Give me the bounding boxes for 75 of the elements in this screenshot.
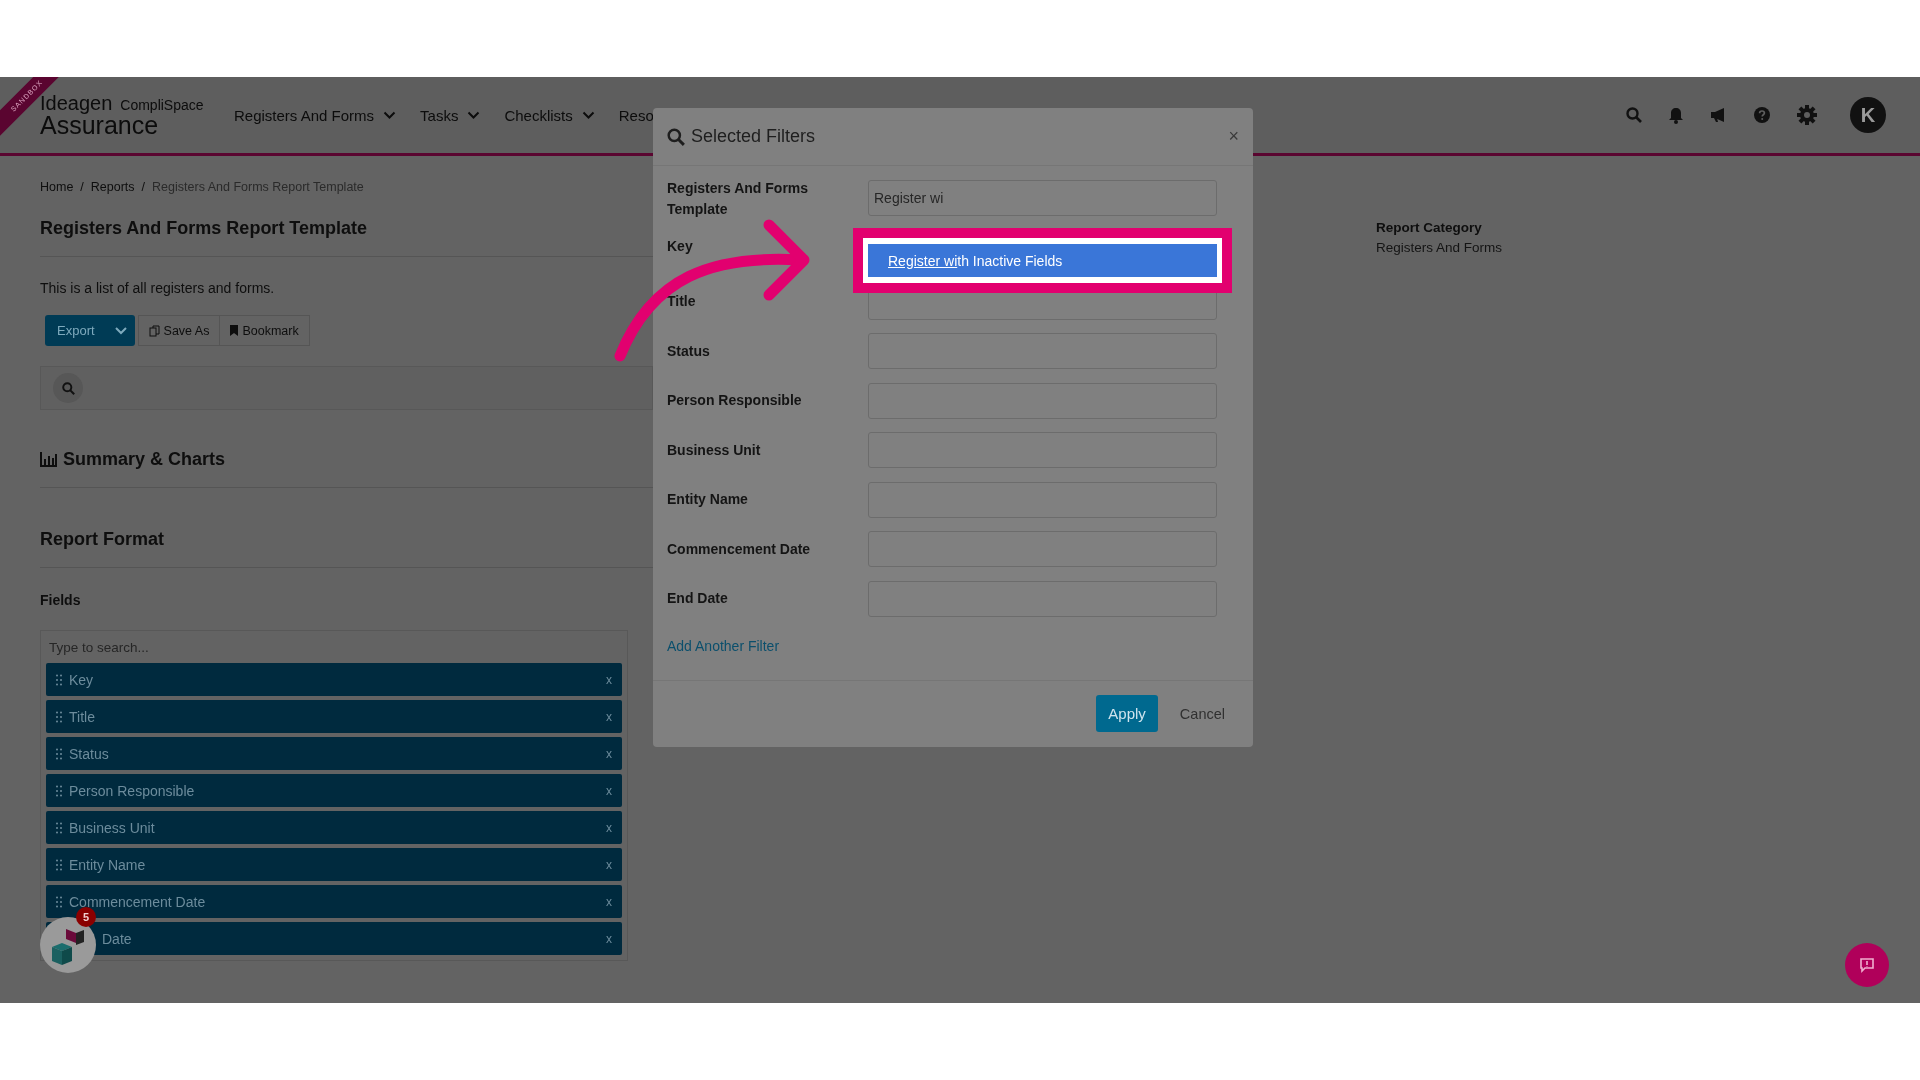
breadcrumb-item[interactable]: Home [40,180,74,194]
megaphone-icon[interactable] [1710,107,1727,123]
bell-icon[interactable] [1669,106,1683,124]
breadcrumb-separator: / [141,180,146,194]
settings-icon[interactable] [1797,105,1817,125]
search-bar[interactable] [40,366,653,410]
chat-button[interactable] [1845,943,1889,987]
field-chip[interactable]: Person Responsible x [46,774,622,807]
filter-input[interactable]: Register wi [868,180,1217,216]
remove-icon[interactable]: x [606,746,612,761]
breadcrumb-item[interactable]: Reports [90,180,135,194]
fields-label: Fields [40,592,82,608]
page-description: This is a list of all registers and forms. [40,280,276,296]
nav-menu[interactable]: Tasks [420,106,481,124]
page-title: Registers And Forms Report Template [40,218,369,239]
suggestion-option[interactable]: Register with Inactive Fields [868,244,1217,277]
save-as-button[interactable]: Save As [137,315,221,346]
drag-handle-icon [56,710,62,723]
remove-icon[interactable]: x [606,783,612,798]
remove-icon[interactable]: x [606,672,612,687]
section-heading: Summary & Charts [63,449,226,470]
filter-label: Entity Name [667,490,749,510]
chevron-down-icon [114,326,127,335]
filter-label: Commencement Date [667,539,812,559]
bookmark-button[interactable]: Bookmark [219,315,310,346]
filter-label: Registers And Forms Template [667,179,810,219]
bar-chart-icon [40,452,57,467]
search-icon[interactable] [1626,107,1642,123]
filter-label: Business Unit [667,440,762,460]
filter-label: Person Responsible [667,391,803,411]
search-icon [667,127,685,146]
export-button[interactable]: Export [45,315,135,346]
search-icon [61,381,75,395]
drag-handle-icon [56,821,62,834]
help-icon[interactable] [1754,107,1770,123]
filter-label: Title [667,292,697,312]
filter-label: Status [667,341,711,361]
modal-title: Selected Filters [691,126,816,147]
cancel-button[interactable]: Cancel [1179,705,1225,722]
drag-handle-icon [56,673,62,686]
remove-icon[interactable]: x [606,931,612,946]
user-avatar[interactable]: K [1850,97,1886,133]
remove-icon[interactable]: x [606,709,612,724]
copy-icon [148,324,160,337]
remove-icon[interactable]: x [606,857,612,872]
logo-brand: Ideagen [40,92,113,113]
breadcrumb-item: Registers And Forms Report Template [152,180,364,194]
breadcrumb-separator: / [80,180,84,194]
nav-menu[interactable]: Reso [618,106,654,124]
close-button[interactable]: × [1228,126,1239,147]
report-category-value: Registers And Forms [1375,240,1502,255]
drag-handle-icon [56,895,62,908]
field-chip[interactable]: Business Unit x [46,811,622,844]
field-chip[interactable]: Entity Name x [46,848,622,881]
field-chip[interactable]: Key x [46,663,622,696]
logo-product: CompliSpace [120,97,204,112]
field-chip[interactable]: Title x [46,700,622,733]
field-chip[interactable]: Date x [46,922,622,955]
nav-menu[interactable]: Checklists [504,106,595,124]
remove-icon[interactable]: x [606,820,612,835]
apply-button[interactable]: Apply [1096,695,1158,732]
add-filter-link[interactable]: Add Another Filter [667,637,780,654]
bookmark-icon [230,325,239,336]
drag-handle-icon [56,747,62,760]
filter-label: Key [667,237,694,256]
filter-label: End Date [667,589,729,609]
section-heading: Report Format [40,529,165,550]
report-category-label: Report Category [1375,220,1483,235]
nav-menu[interactable]: Registers And Forms [234,106,397,124]
field-chip[interactable]: Status x [46,737,622,770]
drag-handle-icon [56,858,62,871]
search-field[interactable]: Type to search... [46,635,622,659]
remove-icon[interactable]: x [606,894,612,909]
drag-handle-icon [56,784,62,797]
chat-icon [1859,957,1875,973]
